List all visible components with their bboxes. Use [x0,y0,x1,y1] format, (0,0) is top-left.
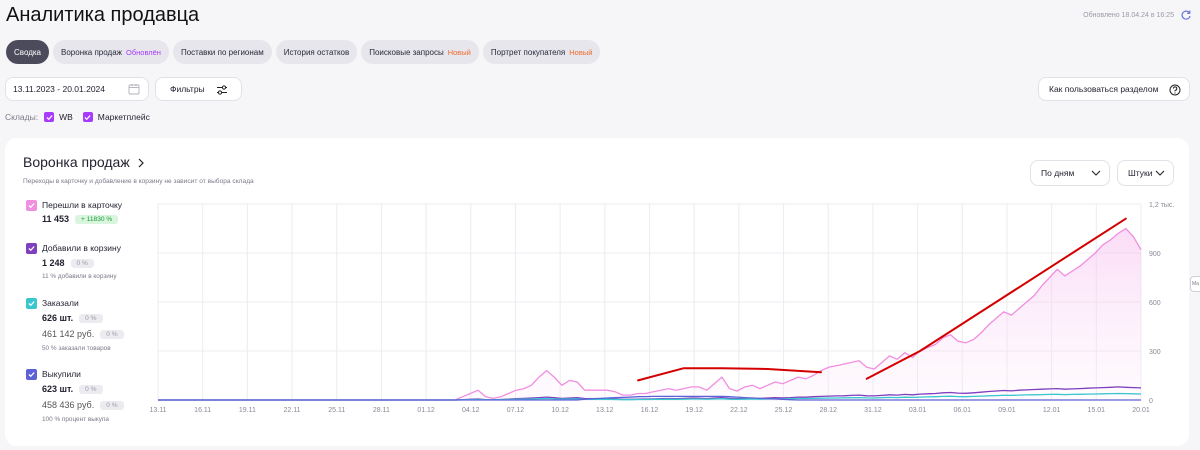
checkbox-checked-icon [82,112,93,122]
checkbox-checked-icon [44,112,55,122]
x-tick-label: 09.01 [998,407,1016,414]
tab-label: История остатков [283,47,350,57]
sales-funnel-card: Воронка продаж Переходы в карточку и доб… [5,138,1189,446]
warehouse-wb-checkbox[interactable]: WB [44,112,73,122]
x-tick-label: 22.11 [284,407,301,414]
help-button[interactable]: Как пользоваться разделом [1038,77,1190,101]
tab-badge: Новый [447,47,471,57]
x-tick-label: 13.11 [150,407,167,414]
help-label: Как пользоваться разделом [1049,84,1159,94]
calendar-icon [128,84,140,95]
tab-label: Поисковые запросы [369,47,444,57]
x-tick-label: 31.12 [864,407,882,414]
x-tick-label: 06.01 [954,407,972,414]
tab-search-queries[interactable]: Поисковые запросы Новый [361,40,479,64]
warehouse-name: Маркетплейс [97,112,150,122]
tab-label: Поставки по регионам [180,47,264,57]
tab-regional-supplies[interactable]: Поставки по регионам [172,40,272,64]
warehouse-marketplace-checkbox[interactable]: Маркетплейс [82,112,150,122]
x-tick-label: 28.11 [373,407,390,414]
y-tick-label: 900 [1149,251,1161,258]
tab-badge: Новый [569,47,593,57]
tab-sales-funnel[interactable]: Воронка продаж Обновлён [53,40,169,64]
x-tick-label: 16.12 [641,407,659,414]
page-title: Аналитика продавца [6,4,200,26]
y-tick-label: 0 [1149,398,1153,405]
x-tick-label: 16.11 [194,407,211,414]
x-tick-label: 10.12 [551,407,569,414]
tab-badge: Обновлён [126,47,161,57]
x-tick-label: 04.12 [462,407,480,414]
y-tick-label: 600 [1149,300,1161,307]
tab-label: Сводка [14,47,42,57]
refresh-icon[interactable] [1180,9,1192,21]
last-updated: Обновлено 18.04.24 в 16:25 [1083,12,1174,19]
y-tick-label: 300 [1149,349,1161,356]
tab-label: Портрет покупателя [490,47,566,57]
tab-buyer-portrait[interactable]: Портрет покупателя Новый [482,40,601,64]
x-tick-label: 03.01 [909,407,927,414]
x-tick-label: 01.12 [417,407,435,414]
section-tabs: Сводка Воронка продаж Обновлён Поставки … [6,40,601,64]
x-tick-label: 20.01 [1132,407,1150,414]
x-tick-label: 25.11 [328,407,345,414]
x-tick-label: 13.12 [596,407,614,414]
sliders-icon [217,85,227,95]
tab-label: Воронка продаж [61,47,122,57]
x-tick-label: 19.11 [239,407,256,414]
warehouse-filter: Склады: WB Маркетплейс [5,112,160,122]
x-tick-label: 07.12 [507,407,525,414]
x-tick-label: 19.12 [685,407,703,414]
date-range-picker[interactable]: 13.11.2023 - 20.01.2024 [5,77,149,101]
filters-label: Фильтры [170,84,205,94]
x-tick-label: 28.12 [819,407,837,414]
x-tick-label: 12.01 [1043,407,1061,414]
x-tick-label: 25.12 [775,407,793,414]
filters-button[interactable]: Фильтры [155,77,242,101]
y-tick-label: 1,2 тыс. [1149,202,1174,209]
sales-funnel-chart: 13.11 16.11 19.11 22.11 25.11 28.11 01.12 04.12… [150,202,1175,414]
side-panel-tab[interactable]: Ma [1190,276,1200,292]
x-tick-label: 15.01 [1088,407,1106,414]
tab-summary[interactable]: Сводка [6,40,50,64]
x-tick-label: 22.12 [730,407,748,414]
question-circle-icon [1169,84,1181,96]
warehouse-name: WB [59,112,73,122]
date-range-value: 13.11.2023 - 20.01.2024 [13,84,106,94]
tab-stock-history[interactable]: История остатков [275,40,358,64]
warehouse-label: Склады: [5,112,39,122]
